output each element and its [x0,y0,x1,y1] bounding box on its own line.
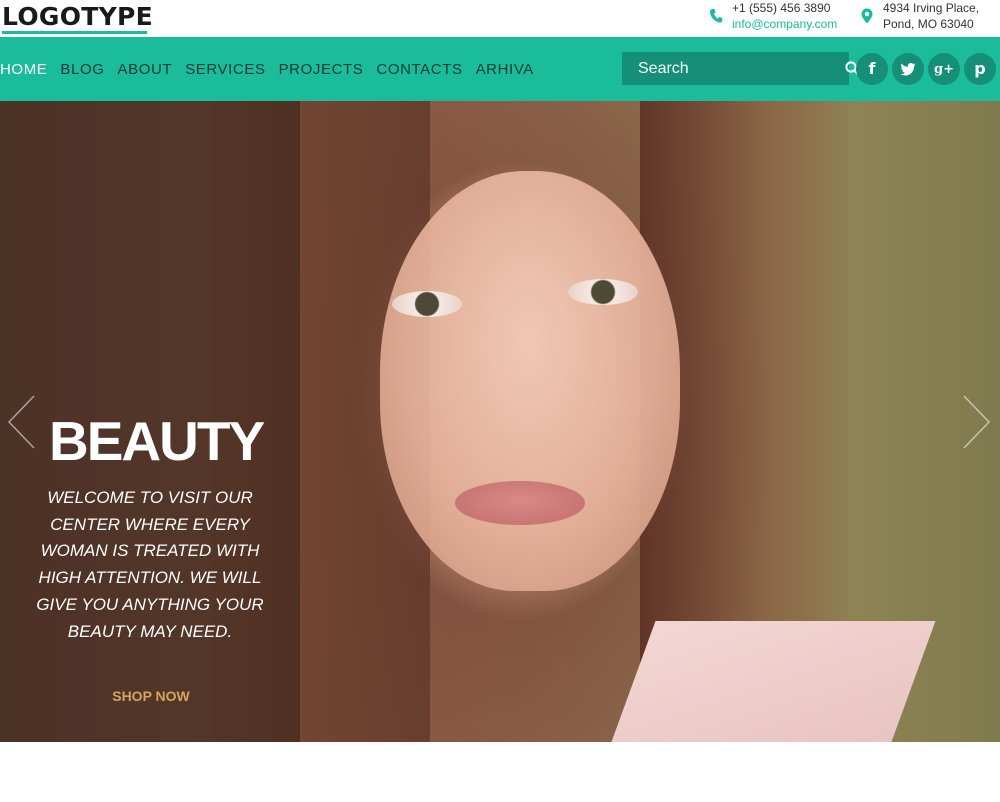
search-input[interactable] [622,52,845,85]
hero-image-shirt [604,621,936,742]
facebook-icon: f [868,59,876,78]
facebook-button[interactable]: f [856,53,888,85]
contact-address-line2: Pond, MO 63040 [883,17,974,31]
nav-item-blog[interactable]: BLOG [60,61,104,78]
slider-prev-button[interactable] [6,394,36,450]
hero-image-eye-left [392,291,462,317]
twitter-button[interactable] [892,53,924,85]
hero-image-face [380,171,680,591]
hero-title: BEAUTY [49,410,265,472]
contact-address-block: 4934 Irving Place, Pond, MO 63040 [859,0,979,32]
chevron-right-icon [963,395,991,449]
shop-now-button[interactable]: SHOP NOW [100,688,202,704]
contact-phone-block: +1 (555) 456 3890 info@company.com [708,0,837,32]
logo[interactable]: LOGOTYPE [2,2,153,31]
pinterest-button[interactable]: p [964,53,996,85]
nav-item-home[interactable]: HOME [0,61,47,78]
google-plus-button[interactable]: g+ [928,53,960,85]
google-plus-icon: g+ [934,61,954,77]
chevron-left-icon [7,395,35,449]
nav-item-about[interactable]: ABOUT [118,61,173,78]
nav-item-contacts[interactable]: CONTACTS [376,61,462,78]
slider-next-button[interactable] [962,394,992,450]
hero-image-lips [455,481,585,525]
phone-icon [708,0,724,32]
search-bar [622,52,860,85]
main-nav: HOME BLOG ABOUT SERVICES PROJECTS CONTAC… [0,37,547,101]
hero-description: WELCOME TO VISIT OUR CENTER WHERE EVERY … [36,488,264,641]
top-bar: LOGOTYPE +1 (555) 456 3890 info@company.… [0,0,1000,37]
nav-item-services[interactable]: SERVICES [185,61,265,78]
twitter-icon [900,62,916,75]
map-pin-icon [859,0,875,32]
nav-item-projects[interactable]: PROJECTS [279,61,364,78]
contact-phone-number: +1 (555) 456 3890 [732,1,831,15]
hero-slider: BEAUTY WELCOME TO VISIT OUR CENTER WHERE… [0,101,1000,742]
page-below-hero [0,742,1000,802]
logo-underline [2,31,147,34]
nav-item-arhiva[interactable]: ARHIVA [476,61,534,78]
contact-email-link[interactable]: info@company.com [732,16,837,32]
main-nav-bar: HOME BLOG ABOUT SERVICES PROJECTS CONTAC… [0,37,1000,101]
hero-image-eye-right [568,279,638,305]
pinterest-icon: p [974,59,986,78]
contact-address-line1: 4934 Irving Place, [883,1,980,15]
